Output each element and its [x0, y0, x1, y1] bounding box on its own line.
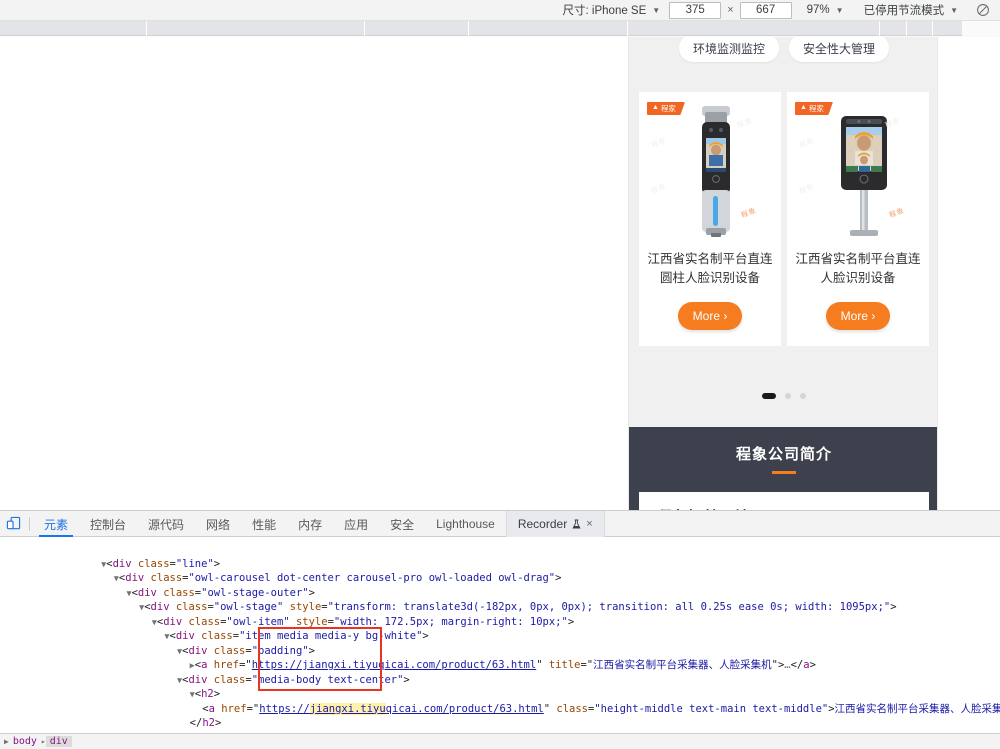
brand-badge-label: 程家 — [808, 104, 824, 113]
product-image: 程象 程象 程象 程象 ▲ 程家 — [645, 98, 775, 240]
brand-badge: ▲ 程家 — [647, 102, 685, 115]
devtools-tabbar: 元素 控制台 源代码 网络 性能 内存 应用 安全 Lighthouse Rec… — [0, 511, 1000, 537]
tag-name: div — [112, 557, 132, 570]
more-button[interactable]: More › — [826, 302, 890, 330]
tab-performance[interactable]: 性能 — [241, 511, 287, 537]
attr-value: "line" — [175, 557, 214, 570]
viewport-ruler — [0, 21, 1000, 37]
cylinder-face-recognition-device-illustration — [702, 106, 730, 237]
ruler-tick — [906, 21, 907, 36]
product-title[interactable]: 江西省实名制平台直连人脸识别设备 — [793, 250, 923, 290]
ruler-tick — [879, 21, 880, 36]
devtools-panel: 元素 控制台 源代码 网络 性能 内存 应用 安全 Lighthouse Rec… — [0, 510, 1000, 749]
chevron-down-icon: ▼ — [950, 5, 958, 15]
tab-recorder[interactable]: Recorder × — [505, 511, 605, 537]
link-url-suffix[interactable]: qicai.com/product/63.html — [386, 703, 544, 715]
attr-value-cjk: 江西省实名制平台采集器、人脸采集机 — [593, 659, 772, 671]
flask-icon — [572, 519, 581, 530]
brand-badge-label: 程家 — [660, 104, 676, 113]
dimension-separator: × — [727, 4, 734, 16]
attr-value: "width: 172.5px; margin-right: 10px;" — [333, 615, 568, 628]
attr-value: "height-middle text-main text-middle" — [594, 702, 829, 715]
throttle-selector[interactable]: 已停用节流模式 ▼ — [852, 0, 966, 21]
attr-value: "item media media-y bg-white" — [239, 630, 423, 642]
pole-face-recognition-terminal-illustration — [841, 116, 887, 236]
product-image: 程象 程象 程象 程象 ▲ 程家 — [793, 98, 923, 240]
ruler-track — [0, 21, 962, 36]
company-intro-title: 程象公司简介 — [735, 446, 832, 463]
more-button[interactable]: More › — [678, 302, 742, 330]
category-pill[interactable]: 安全性大管理 — [789, 37, 889, 62]
product-card[interactable]: 程象 程象 程象 程象 ▲ 程家 — [639, 92, 781, 346]
toolbar-divider — [29, 516, 30, 531]
attr-name: class — [556, 702, 588, 715]
attr-value: "owl-stage" — [213, 601, 284, 613]
attr-value: "media-body text-center" — [251, 673, 404, 686]
attr-value: "owl-stage-outer" — [201, 586, 309, 599]
emulated-viewport-area: 环境监测监控 安全性大管理 程象 程象 程象 程象 ▲ 程家 江西省实名制平台直… — [0, 37, 1000, 510]
ruler-tick — [627, 21, 628, 36]
tab-memory[interactable]: 内存 — [287, 511, 333, 537]
link-url-highlight[interactable]: jiangxi.tiyu — [309, 702, 386, 715]
attr-name: class — [137, 557, 170, 570]
close-icon[interactable]: × — [586, 518, 592, 530]
tab-sources[interactable]: 源代码 — [137, 511, 195, 537]
device-size-selector[interactable]: 尺寸: iPhone SE ▼ — [555, 0, 669, 21]
attr-value: "owl-item" — [226, 615, 290, 628]
chevron-down-icon: ▼ — [652, 5, 661, 15]
tab-elements[interactable]: 元素 — [33, 511, 79, 537]
tab-network[interactable]: 网络 — [195, 511, 241, 537]
chevron-down-icon: ▼ — [835, 5, 844, 15]
device-toolbar-icon[interactable] — [0, 511, 26, 536]
link-url-prefix[interactable]: https:// — [259, 703, 310, 715]
link-url[interactable]: https://jiangxi.tiyuqicai.com/product/63… — [252, 659, 536, 671]
carousel-dots — [629, 393, 937, 399]
devtools-window: 尺寸: iPhone SE ▼ × 97% ▼ 已停用节流模式 ▼ — [0, 0, 1000, 749]
mobile-page-frame[interactable]: 环境监测监控 安全性大管理 程象 程象 程象 程象 ▲ 程家 江西省实名制平台直… — [628, 37, 938, 510]
elements-tree[interactable]: ▼<div class="line"> ▼<div class="owl-car… — [0, 537, 1000, 737]
company-panel: 程象智慧工地 — [639, 492, 929, 510]
carousel-dot[interactable] — [800, 393, 806, 399]
breadcrumb: ▶ body ▸ div — [0, 733, 1000, 749]
tab-recorder-label: Recorder — [517, 517, 568, 531]
carousel-dot-active[interactable] — [762, 393, 776, 399]
tree-row[interactable]: ▼<div class="line"> — [0, 542, 1000, 570]
breadcrumb-item-div[interactable]: div — [45, 736, 72, 747]
attr-name: title — [548, 659, 581, 671]
title-underline — [772, 471, 796, 474]
breadcrumb-item-body[interactable]: body — [9, 736, 41, 747]
product-card[interactable]: 程象 程象 程象 程象 ▲ 程家 — [787, 92, 929, 346]
zoom-selector[interactable]: 97% ▼ — [793, 0, 852, 21]
ruler-tick — [364, 21, 365, 36]
attr-name: style — [295, 615, 328, 628]
attr-name: style — [289, 601, 322, 613]
device-size-label: 尺寸: iPhone SE — [562, 5, 647, 17]
mountain-icon: ▲ — [800, 104, 807, 112]
category-pill[interactable]: 环境监测监控 — [679, 37, 779, 62]
product-title[interactable]: 江西省实名制平台直连圆柱人脸识别设备 — [645, 250, 775, 290]
throttle-label: 已停用节流模式 — [863, 5, 945, 17]
ruler-tick — [146, 21, 147, 36]
viewport-height-input[interactable] — [739, 1, 792, 19]
mountain-icon: ▲ — [652, 104, 659, 112]
attr-value: "transform: translate3d(-182px, 0px, 0px… — [327, 601, 891, 613]
carousel-dot[interactable] — [785, 393, 791, 399]
tab-application[interactable]: 应用 — [333, 511, 379, 537]
tab-lighthouse[interactable]: Lighthouse — [425, 511, 506, 537]
viewport-width-input[interactable] — [669, 1, 722, 19]
zoom-level-label: 97% — [806, 4, 830, 16]
brand-badge: ▲ 程家 — [795, 102, 833, 115]
category-pill-row: 环境监测监控 安全性大管理 — [629, 37, 937, 67]
ruler-tick — [932, 21, 933, 36]
device-emulation-toolbar: 尺寸: iPhone SE ▼ × 97% ▼ 已停用节流模式 ▼ — [0, 0, 1000, 21]
attr-value: "padding" — [251, 644, 309, 657]
tab-security[interactable]: 安全 — [379, 511, 425, 537]
product-carousel[interactable]: 程象 程象 程象 程象 ▲ 程家 江西省实名制平台直连圆柱人脸识别设备 More… — [629, 92, 937, 407]
link-text-cjk: 江西省实名制平台采集器、人脸采集机 — [834, 702, 1000, 715]
attr-value: "owl-carousel dot-center carousel-pro ow… — [188, 572, 556, 584]
ruler-tick — [468, 21, 469, 36]
carousel-stage: 程象 程象 程象 程象 ▲ 程家 江西省实名制平台直连圆柱人脸识别设备 More… — [629, 92, 937, 346]
tab-console[interactable]: 控制台 — [79, 511, 137, 537]
no-throttle-icon[interactable] — [972, 0, 994, 21]
